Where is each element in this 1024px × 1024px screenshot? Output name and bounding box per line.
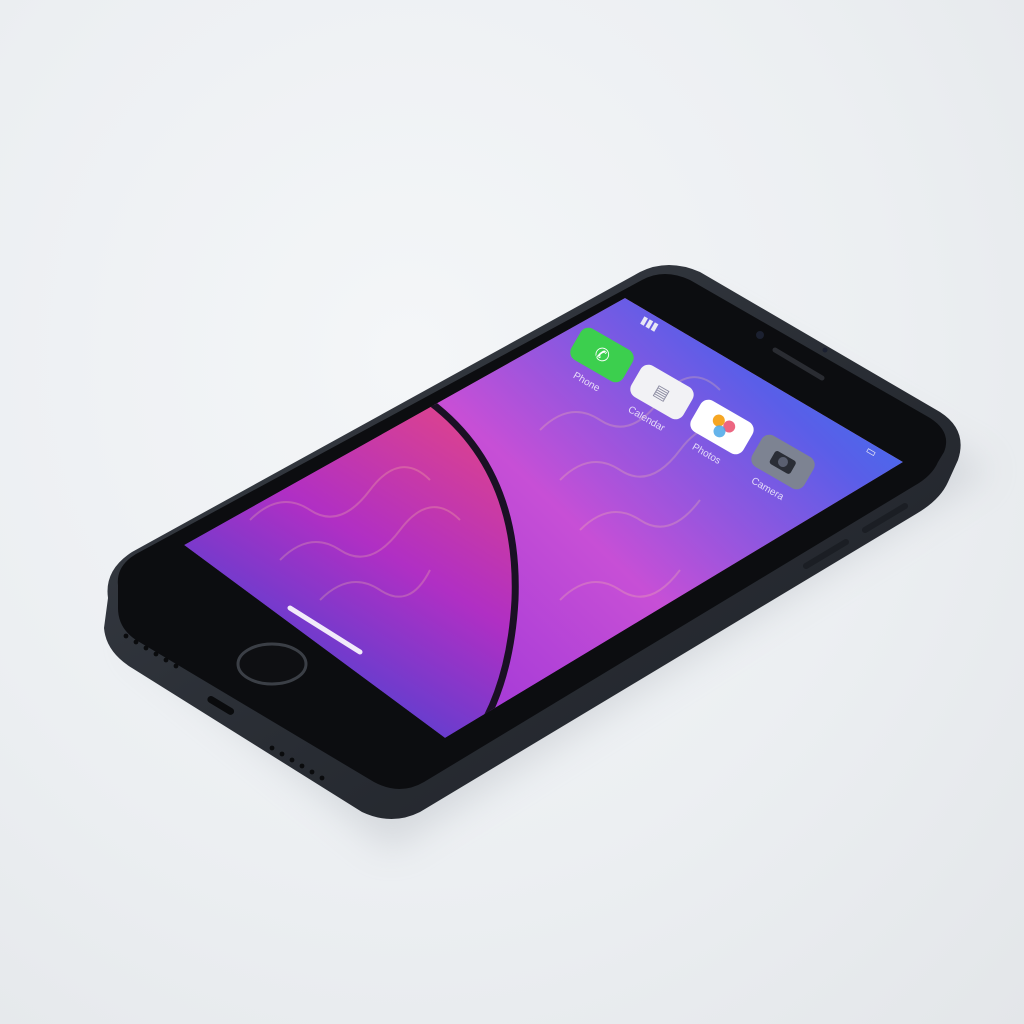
home-button[interactable] bbox=[236, 642, 308, 686]
front-camera bbox=[756, 331, 764, 339]
sensor-dot bbox=[822, 347, 828, 353]
phone-scene: ▮▮▮ ▭ ✆ Phone ▤ Calendar Photos Camera bbox=[104, 265, 990, 850]
